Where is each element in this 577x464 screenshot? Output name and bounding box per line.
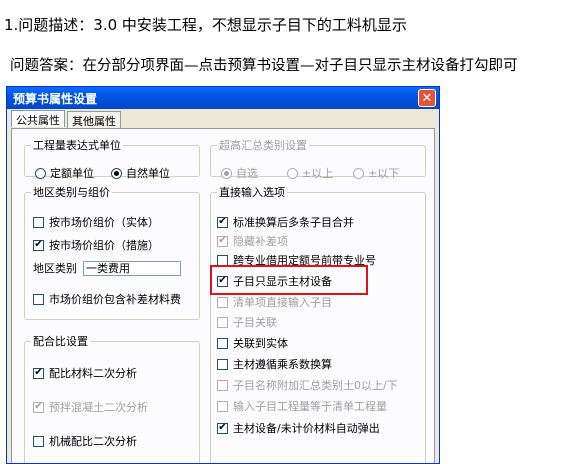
radio-circle[interactable] bbox=[287, 167, 298, 179]
group-region-legend: 地区类别与组价 bbox=[33, 186, 110, 199]
checkbox-label: 主材设备/未计价材料自动弹出 bbox=[233, 422, 380, 435]
checkbox-box[interactable] bbox=[217, 254, 228, 266]
group-overhigh-legend: 超高汇总类别设置 bbox=[219, 139, 307, 152]
checkbox-market-measure[interactable]: ✔ 按市场价组价（措施） bbox=[33, 237, 159, 253]
radio-label: 自然单位 bbox=[126, 167, 170, 180]
check-icon[interactable]: ✔ bbox=[33, 401, 44, 413]
radio-above[interactable]: ±以上 bbox=[287, 165, 333, 181]
checkbox-box[interactable] bbox=[217, 296, 228, 308]
checkbox-main-material-coef[interactable]: 主材遵循乘系数换算 bbox=[217, 356, 332, 372]
checkbox-bill-direct-input[interactable]: 清单项直接输入子目 bbox=[217, 294, 332, 310]
radio-label: ±以上 bbox=[302, 167, 334, 180]
checkbox-box[interactable] bbox=[33, 435, 44, 447]
radio-natural-unit[interactable]: 自然单位 bbox=[111, 165, 170, 181]
checkbox-label: 子目名称附加汇总类别土0以上/下 bbox=[233, 379, 398, 392]
checkbox-market-entity[interactable]: 按市场价组价（实体） bbox=[33, 214, 159, 230]
checkbox-label: 预拌混凝土二次分析 bbox=[49, 401, 148, 414]
radio-below[interactable]: ±以下 bbox=[353, 165, 399, 181]
group-region-pricing: 地区类别与组价 按市场价组价（实体） ✔ 按市场价组价（措施） 地区类别 一类费… bbox=[24, 184, 200, 320]
checkbox-label: 标准换算后多条子目合并 bbox=[233, 216, 354, 229]
check-icon[interactable]: ✔ bbox=[217, 216, 228, 228]
group-mix-ratio: 配合比设置 ✔ 配比材料二次分析 ✔ 预拌混凝土二次分析 机械配比二次分析 bbox=[24, 333, 200, 463]
checkbox-box[interactable] bbox=[33, 216, 44, 228]
checkbox-premix-concrete[interactable]: ✔ 预拌混凝土二次分析 bbox=[33, 399, 148, 415]
group-expr-unit: 工程量表达式单位 定额单位 自然单位 bbox=[24, 137, 200, 180]
close-icon[interactable]: ✕ bbox=[418, 89, 436, 107]
checkbox-box[interactable] bbox=[217, 400, 228, 412]
checkbox-label: 市场价组价包含补差材料费 bbox=[49, 293, 181, 306]
checkbox-link-entity[interactable]: 关联到实体 bbox=[217, 335, 288, 351]
checkbox-name-append-category[interactable]: 子目名称附加汇总类别土0以上/下 bbox=[217, 377, 398, 393]
answer-text: 问题答案：在分部分项界面—点击预算书设置—对子目只显示主材设备打勾即可 bbox=[10, 58, 518, 74]
checkbox-item-link[interactable]: 子目关联 bbox=[217, 314, 277, 330]
radio-circle[interactable] bbox=[353, 167, 364, 179]
checkbox-label: 隐藏补差项 bbox=[233, 235, 288, 248]
tab-other-properties[interactable]: 其他属性 bbox=[67, 111, 121, 128]
radio-circle[interactable] bbox=[221, 167, 232, 179]
radio-label: 定额单位 bbox=[50, 167, 94, 180]
radio-label: ±以下 bbox=[368, 167, 400, 180]
checkbox-box[interactable] bbox=[217, 316, 228, 328]
radio-quota-unit[interactable]: 定额单位 bbox=[35, 165, 94, 181]
checkbox-label: 清单项直接输入子目 bbox=[233, 296, 332, 309]
check-icon[interactable]: ✔ bbox=[33, 239, 44, 251]
checkbox-label: 配比材料二次分析 bbox=[49, 367, 137, 380]
question-text: 1.问题描述：3.0 中安装工程，不想显示子目下的工料机显示 bbox=[4, 16, 407, 34]
group-overhigh-summary: 超高汇总类别设置 自选 ±以上 ±以下 bbox=[210, 137, 426, 180]
checkbox-label: 机械配比二次分析 bbox=[49, 435, 137, 448]
checkbox-label: 主材遵循乘系数换算 bbox=[233, 358, 332, 371]
checkbox-auto-popup-main-material[interactable]: ✔ 主材设备/未计价材料自动弹出 bbox=[217, 420, 380, 436]
checkbox-box[interactable] bbox=[217, 337, 228, 349]
checkbox-machine-mix[interactable]: 机械配比二次分析 bbox=[33, 433, 137, 449]
radio-custom[interactable]: 自选 bbox=[221, 165, 258, 181]
region-category-row: 地区类别 一类费用 bbox=[33, 260, 181, 276]
check-icon[interactable]: ✔ bbox=[33, 367, 44, 379]
group-direct-legend: 直接输入选项 bbox=[219, 186, 285, 199]
check-icon[interactable]: ✔ bbox=[217, 235, 228, 247]
checkbox-merge-after-conversion[interactable]: ✔ 标准换算后多条子目合并 bbox=[217, 214, 354, 230]
tab-strip: 公共属性 其他属性 bbox=[11, 110, 123, 128]
tab-public-properties[interactable]: 公共属性 bbox=[11, 110, 65, 127]
red-highlight-box bbox=[210, 265, 368, 295]
tab-panel-public: 工程量表达式单位 定额单位 自然单位 地区类别与组价 按市场价组价（实体） ✔ … bbox=[11, 128, 435, 463]
checkbox-box[interactable] bbox=[33, 293, 44, 305]
checkbox-label: 按市场价组价（实体） bbox=[49, 216, 159, 229]
checkbox-include-diff[interactable]: 市场价组价包含补差材料费 bbox=[33, 291, 181, 307]
checkbox-hide-diff[interactable]: ✔ 隐藏补差项 bbox=[217, 233, 288, 249]
region-category-input[interactable]: 一类费用 bbox=[83, 260, 181, 276]
dialog-title: 预算书属性设置 bbox=[13, 91, 98, 106]
group-mix-legend: 配合比设置 bbox=[33, 335, 88, 348]
checkbox-label: 按市场价组价（措施） bbox=[49, 239, 159, 252]
radio-selected-dot bbox=[224, 170, 229, 176]
checkbox-label: 子目关联 bbox=[233, 316, 277, 329]
radio-label: 自选 bbox=[236, 167, 258, 180]
checkbox-qty-equals-bill[interactable]: 输入子目工程量等于清单工程量 bbox=[217, 398, 387, 414]
checkbox-box[interactable] bbox=[217, 379, 228, 391]
checkbox-box[interactable] bbox=[217, 358, 228, 370]
checkbox-label: 输入子目工程量等于清单工程量 bbox=[233, 400, 387, 413]
checkbox-label: 关联到实体 bbox=[233, 337, 288, 350]
radio-selected-dot bbox=[114, 170, 119, 176]
group-direct-input: 直接输入选项 ✔ 标准换算后多条子目合并 ✔ 隐藏补差项 跨专业借用定额号前带专… bbox=[210, 184, 426, 463]
radio-circle[interactable] bbox=[111, 167, 122, 179]
region-category-label: 地区类别 bbox=[33, 262, 77, 275]
radio-circle[interactable] bbox=[35, 167, 46, 179]
dialog-titlebar[interactable]: 预算书属性设置 bbox=[7, 87, 439, 109]
checkbox-mix-material[interactable]: ✔ 配比材料二次分析 bbox=[33, 365, 137, 381]
check-icon[interactable]: ✔ bbox=[217, 422, 228, 434]
group-expr-unit-legend: 工程量表达式单位 bbox=[33, 139, 121, 152]
